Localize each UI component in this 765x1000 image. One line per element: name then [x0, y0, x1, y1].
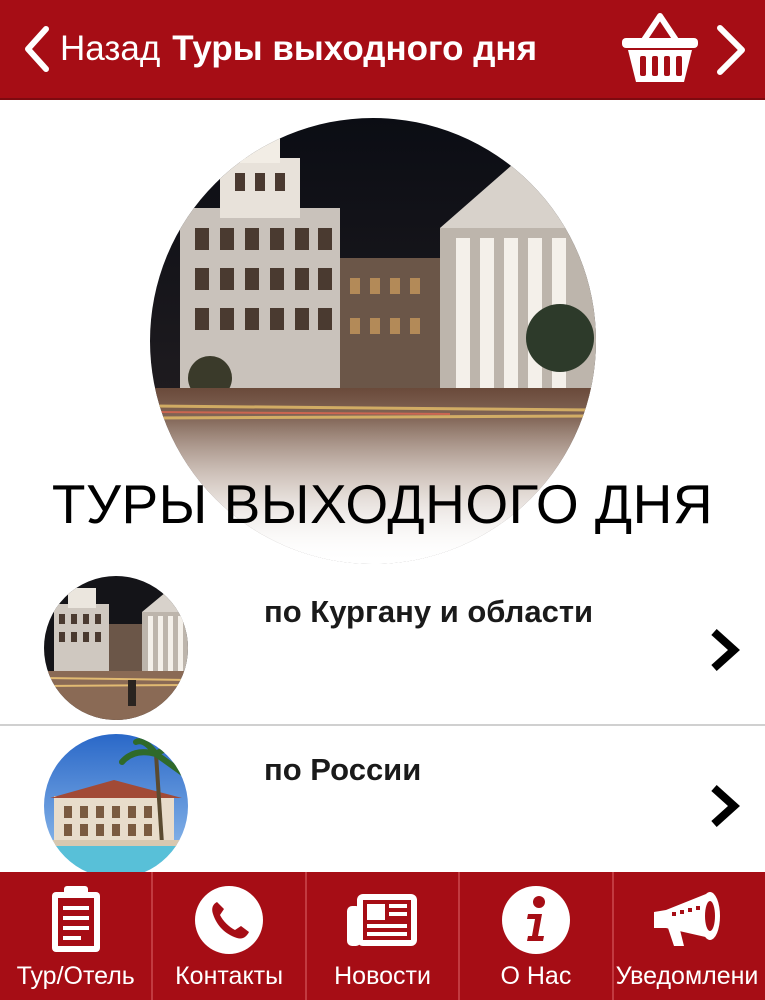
phone-icon: [195, 886, 264, 954]
tab-label: Контакты: [175, 962, 284, 990]
back-label: Назад: [60, 29, 161, 68]
chevron-right-icon: [711, 629, 740, 671]
tab-label: Новости: [334, 962, 431, 990]
newspaper-icon: [346, 894, 417, 946]
tab-about[interactable]: О Нас: [460, 872, 614, 1000]
chevron-right-icon[interactable]: [710, 22, 750, 78]
page-title: Туры выходного дня: [172, 29, 537, 68]
tab-notifications[interactable]: Уведомлени: [614, 872, 765, 1000]
info-icon: [501, 886, 570, 954]
tab-label: О Нас: [500, 962, 572, 990]
tab-contacts[interactable]: Контакты: [153, 872, 307, 1000]
top-bar: Назад Туры выходного дня: [0, 0, 765, 100]
list-item-label: по Кургану и области: [264, 594, 594, 629]
list-item-kurgan[interactable]: по Кургану и области: [0, 570, 765, 726]
hero-title: ТУРЫ ВЫХОДНОГО ДНЯ: [51, 473, 714, 535]
chevron-left-icon: [25, 26, 49, 72]
megaphone-icon: [654, 892, 721, 946]
bottom-tab-bar: Тур/Отель Контакты Новости О Нас Уведомл…: [0, 872, 765, 1000]
chevron-right-icon: [711, 785, 740, 827]
hero-banner: ТУРЫ ВЫХОДНОГО ДНЯ: [0, 100, 765, 570]
list-item-russia[interactable]: по России: [0, 728, 765, 878]
back-button[interactable]: Назад: [0, 0, 160, 98]
tab-tour-hotel[interactable]: Тур/Отель: [0, 872, 154, 1000]
russia-thumbnail: [44, 734, 188, 878]
tab-label: Тур/Отель: [16, 962, 135, 990]
tab-news[interactable]: Новости: [307, 872, 461, 1000]
basket-icon[interactable]: [618, 10, 702, 86]
clipboard-icon: [51, 886, 100, 952]
tab-label: Уведомлени: [615, 962, 759, 990]
list-item-label: по России: [264, 752, 422, 787]
kurgan-thumbnail: [44, 576, 188, 720]
